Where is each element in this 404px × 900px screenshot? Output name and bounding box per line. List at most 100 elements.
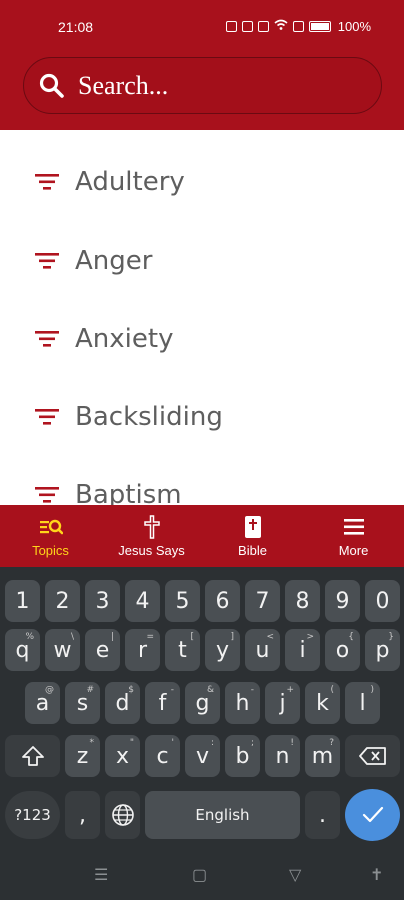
key-r[interactable]: r = — [125, 629, 160, 671]
list-item-adultery[interactable]: Adultery — [0, 143, 404, 221]
key-q[interactable]: q% — [5, 629, 40, 671]
list-item-anxiety[interactable]: Anxiety — [0, 300, 404, 378]
key-hint: = — [146, 632, 154, 642]
list-item-backsliding[interactable]: Backsliding — [0, 378, 404, 456]
space-key[interactable]: English — [145, 791, 300, 839]
vibrate-icon — [241, 21, 253, 32]
nav-bible[interactable]: Bible — [202, 505, 303, 567]
nav-topics[interactable]: Topics — [0, 505, 101, 567]
key-char: t — [178, 637, 187, 663]
key-hint: { — [348, 632, 354, 642]
key-9[interactable]: 9 — [325, 580, 360, 622]
key-x[interactable]: x " — [105, 735, 140, 777]
key-hint: ( — [330, 685, 334, 695]
key-hint: * — [89, 738, 95, 748]
key-o[interactable]: o{ — [325, 629, 360, 671]
backspace-key[interactable] — [345, 735, 400, 777]
key-l[interactable]: l) — [345, 682, 380, 724]
key-hint: @ — [45, 685, 54, 695]
key-a[interactable]: a @ — [25, 682, 60, 724]
language-key[interactable] — [105, 791, 140, 839]
key-0[interactable]: 0 — [365, 580, 400, 622]
filter-icon — [35, 331, 59, 347]
key-hint: ? — [329, 738, 334, 748]
key-e[interactable]: e | — [85, 629, 120, 671]
key-6[interactable]: 6 — [205, 580, 240, 622]
key-hint: | — [110, 632, 114, 642]
key-g[interactable]: g & — [185, 682, 220, 724]
search-input[interactable] — [78, 68, 368, 104]
list-item-baptism[interactable]: Baptism — [0, 456, 404, 505]
nav-more[interactable]: More — [303, 505, 404, 567]
signal-icon — [257, 21, 269, 32]
key-hint: } — [388, 632, 394, 642]
key-d[interactable]: d $ — [105, 682, 140, 724]
key-1[interactable]: 1 — [5, 580, 40, 622]
period-key[interactable]: . — [305, 791, 340, 839]
home-icon[interactable]: ▢ — [192, 865, 207, 885]
key-8[interactable]: 8 — [285, 580, 320, 622]
key-c[interactable]: c ' — [145, 735, 180, 777]
key-i[interactable]: i > — [285, 629, 320, 671]
enter-key[interactable] — [345, 789, 400, 841]
symbols-key[interactable]: ?123 — [5, 791, 60, 839]
key-char: e — [95, 637, 110, 663]
key-char: o — [335, 637, 350, 663]
filter-icon — [35, 487, 59, 503]
key-y[interactable]: y] — [205, 629, 240, 671]
key-hint: + — [286, 685, 294, 695]
system-nav: ☰ ▢ ▽ ✝ — [0, 845, 404, 900]
key-char: j — [279, 690, 286, 716]
key-k[interactable]: k( — [305, 682, 340, 724]
nav-label: More — [338, 543, 369, 558]
key-2[interactable]: 2 — [45, 580, 80, 622]
key-char: x — [115, 743, 130, 769]
key-z[interactable]: z * — [65, 735, 100, 777]
key-3[interactable]: 3 — [85, 580, 120, 622]
key-7[interactable]: 7 — [245, 580, 280, 622]
key-m[interactable]: m? — [305, 735, 340, 777]
key-v[interactable]: v: — [185, 735, 220, 777]
key-w[interactable]: w \ — [45, 629, 80, 671]
accessibility-icon[interactable]: ✝ — [370, 865, 383, 885]
key-char: l — [359, 690, 366, 716]
key-f[interactable]: f- — [145, 682, 180, 724]
shift-key[interactable] — [5, 735, 60, 777]
key-t[interactable]: t[ — [165, 629, 200, 671]
list-item-label: Anxiety — [75, 324, 174, 354]
key-char: f — [158, 690, 167, 716]
menu-icon — [343, 519, 364, 535]
key-char: b — [235, 743, 250, 769]
recents-icon[interactable]: ☰ — [94, 865, 108, 885]
key-b[interactable]: b; — [225, 735, 260, 777]
key-5[interactable]: 5 — [165, 580, 200, 622]
key-hint: ] — [230, 632, 234, 642]
shift-icon — [21, 746, 44, 766]
search-bar[interactable] — [23, 57, 382, 114]
key-h[interactable]: h- — [225, 682, 260, 724]
checkmark-icon — [362, 806, 383, 823]
status-bar: 21:08 100% — [0, 0, 404, 50]
key-p[interactable]: p} — [365, 629, 400, 671]
topic-list: Adultery Anger Anxiety Backsliding Bapti… — [0, 130, 404, 505]
key-n[interactable]: n! — [265, 735, 300, 777]
battery-icon — [308, 21, 331, 32]
nav-jesus-says[interactable]: Jesus Says — [101, 505, 202, 567]
key-hint: - — [170, 685, 174, 695]
list-item-anger[interactable]: Anger — [0, 222, 404, 300]
key-j[interactable]: j + — [265, 682, 300, 724]
key-hint: $ — [128, 685, 134, 695]
nav-label: Bible — [238, 543, 267, 558]
list-item-label: Anger — [75, 246, 153, 276]
key-u[interactable]: u < — [245, 629, 280, 671]
back-icon[interactable]: ▽ — [289, 865, 301, 885]
bible-icon — [244, 516, 261, 538]
key-hint: " — [129, 738, 134, 748]
key-4[interactable]: 4 — [125, 580, 160, 622]
list-item-label: Backsliding — [75, 402, 223, 432]
globe-icon — [111, 804, 134, 826]
comma-key[interactable]: , — [65, 791, 100, 839]
key-s[interactable]: s # — [65, 682, 100, 724]
backspace-icon — [358, 747, 386, 765]
topics-search-icon — [39, 519, 63, 535]
